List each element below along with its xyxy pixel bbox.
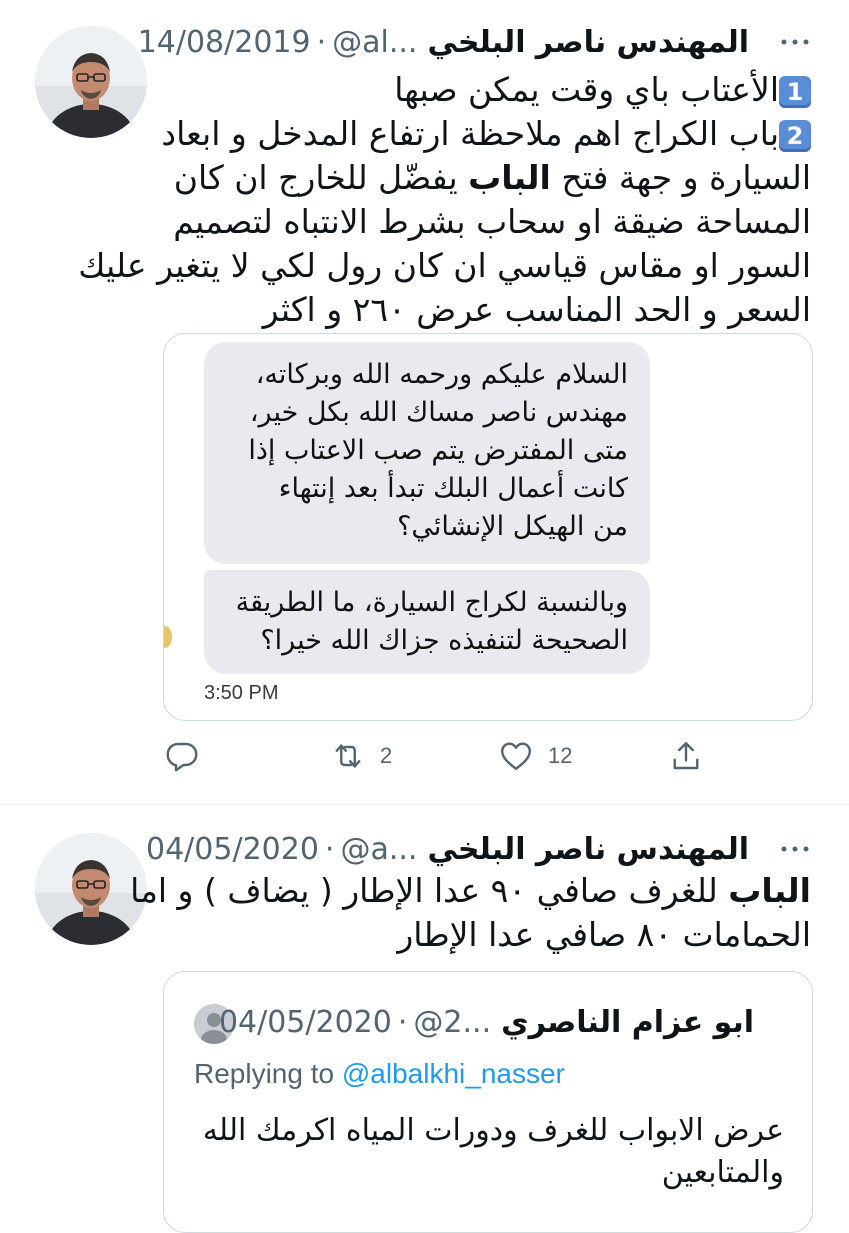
- keycap-1-icon: 1: [779, 75, 811, 108]
- bubble-line: متى المفترض يتم صب الاعتاب إذا: [248, 435, 628, 466]
- chat-timestamp: 3:50 PM: [204, 682, 279, 704]
- tweet-header: المهندس ناصر البلخي @a... · 04/05/2020: [146, 829, 749, 869]
- bubble-line: وبالنسبة لكراج السيارة، ما الطريقة: [235, 587, 628, 618]
- tweet-line: السعر و الحد المناسب عرض ٢٦٠ و اكثر: [262, 290, 811, 329]
- quoted-tweet-date[interactable]: 04/05/2020: [219, 1005, 392, 1040]
- media-image-card[interactable]: السلام عليكم ورحمه الله وبركاته، مهندس ن…: [163, 333, 813, 721]
- tweet-date[interactable]: 04/05/2020: [146, 832, 319, 867]
- quoted-tweet-header: ابو عزام الناصري @2... · 04/05/2020: [219, 1002, 754, 1042]
- tweet-line: المساحة ضيقة او سحاب بشرط الانتباه لتصمي…: [173, 202, 811, 241]
- tweet-line: الحمامات ٨٠ صافي عدا الإطار: [397, 915, 811, 954]
- bubble-line: مهندس ناصر مساك الله بكل خير،: [249, 397, 628, 428]
- bold-word: الباب: [728, 871, 811, 910]
- tweet-line: السيارة و جهة فتح: [550, 158, 811, 197]
- separator-dot: ·: [397, 1004, 408, 1040]
- separator-dot: ·: [324, 831, 335, 867]
- author-handle[interactable]: @al...: [332, 25, 417, 60]
- tweet-date[interactable]: 14/08/2019: [138, 25, 311, 60]
- quoted-line: عرض الابواب للغرف ودورات المياه اكرمك ال…: [202, 1113, 784, 1148]
- quoted-line: والمتابعين: [661, 1155, 784, 1190]
- quoted-tweet-card[interactable]: ابو عزام الناصري @2... · 04/05/2020 Repl…: [163, 971, 813, 1233]
- tweet-2[interactable]: المهندس ناصر البلخي @a... · 04/05/2020 ا…: [0, 805, 849, 1233]
- bubble-line: الصحيحة لتنفيذه جزاك الله خيرا؟: [260, 625, 628, 656]
- tweet-text: 1الأعتاب باي وقت يمكن صبها 2باب الكراج ا…: [78, 68, 811, 332]
- author-name[interactable]: المهندس ناصر البلخي: [427, 25, 749, 60]
- tweet-header: المهندس ناصر البلخي @al... · 14/08/2019: [138, 22, 749, 62]
- like-count: 12: [548, 743, 573, 768]
- replying-to: Replying to @albalkhi_nasser: [194, 1058, 565, 1090]
- retweet-icon: [335, 744, 361, 768]
- reaction-dot: [164, 626, 172, 648]
- quoted-author-name[interactable]: ابو عزام الناصري: [501, 1005, 754, 1040]
- keycap-2-icon: 2: [779, 119, 811, 152]
- author-name[interactable]: المهندس ناصر البلخي: [427, 832, 749, 867]
- quoted-tweet-text: عرض الابواب للغرف ودورات المياه اكرمك ال…: [203, 1110, 784, 1194]
- replying-prefix: Replying to: [194, 1058, 342, 1089]
- more-horizontal-icon[interactable]: [777, 829, 813, 869]
- reply-icon: [166, 742, 198, 772]
- bubble-line: كانت أعمال البلك تبدأ بعد إنتهاء: [278, 473, 628, 504]
- reply-button[interactable]: [164, 738, 200, 774]
- tweet-text: الباب للغرف صافي ٩٠ عدا الإطار ( يضاف ) …: [130, 869, 811, 957]
- tweet-line: الأعتاب باي وقت يمكن صبها: [394, 70, 779, 109]
- more-horizontal-icon[interactable]: [777, 22, 813, 62]
- tweet-line: يفضّل للخارج ان كان: [173, 158, 469, 197]
- share-icon: [673, 742, 699, 770]
- like-button[interactable]: 12: [498, 738, 572, 774]
- mention-link[interactable]: @albalkhi_nasser: [342, 1058, 565, 1089]
- tweet-line: السور او مقاس قياسي ان كان رول لكي لا يت…: [78, 246, 811, 285]
- tweet-1[interactable]: المهندس ناصر البلخي @al... · 14/08/2019 …: [0, 0, 849, 805]
- tweet-actions: 2 12: [164, 738, 724, 778]
- author-handle[interactable]: @a...: [340, 832, 417, 867]
- chat-bubble-1: السلام عليكم ورحمه الله وبركاته، مهندس ن…: [204, 342, 650, 564]
- heart-icon: [501, 742, 531, 770]
- separator-dot: ·: [316, 24, 327, 60]
- chat-bubble-2: وبالنسبة لكراج السيارة، ما الطريقة الصحي…: [204, 570, 650, 674]
- tweet-line: باب الكراج اهم ملاحظة ارتفاع المدخل و اب…: [161, 114, 779, 153]
- share-button[interactable]: [668, 738, 704, 774]
- retweet-button[interactable]: 2: [330, 738, 392, 774]
- bold-word: الباب: [468, 158, 551, 197]
- quoted-author-handle[interactable]: @2...: [413, 1005, 491, 1040]
- bubble-line: من الهيكل الإنشائي؟: [397, 511, 628, 542]
- bubble-line: السلام عليكم ورحمه الله وبركاته،: [255, 359, 628, 390]
- retweet-count: 2: [380, 743, 393, 768]
- tweet-line: للغرف صافي ٩٠ عدا الإطار ( يضاف ) و اما: [130, 871, 729, 910]
